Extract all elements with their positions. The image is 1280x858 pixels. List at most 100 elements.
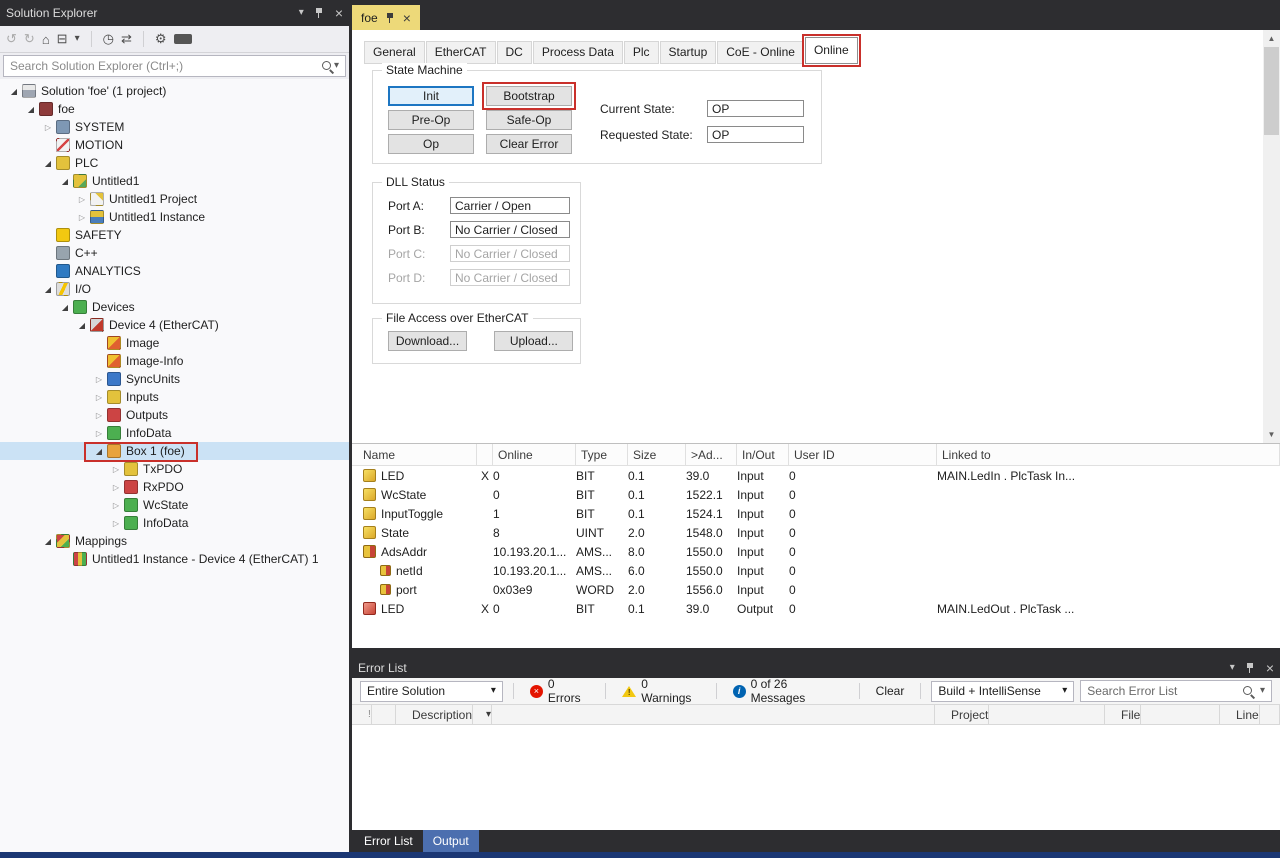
pin-icon[interactable] <box>314 7 325 19</box>
scope-filter-dropdown[interactable]: Entire Solution ▾ <box>360 681 503 702</box>
error-list-search-input[interactable]: Search Error List ▾ <box>1080 680 1272 702</box>
current-state-field[interactable]: OP <box>707 100 804 117</box>
variable-row[interactable]: WcState 0 BIT 0.1 1522.1 Input 0 <box>352 485 1280 504</box>
severity-column[interactable]: ! <box>352 705 396 724</box>
tree-item[interactable]: Untitled1 <box>0 172 349 190</box>
search-input[interactable]: Search Solution Explorer (Ctrl+;) ▾ <box>3 55 346 77</box>
tree-expander-icon[interactable] <box>40 285 56 294</box>
variable-row[interactable]: netId 10.193.20.1... AMS... 6.0 1550.0 I… <box>352 561 1280 580</box>
clear-button[interactable]: Clear <box>870 681 911 702</box>
tree-item[interactable]: Untitled1 Instance - Device 4 (EtherCAT)… <box>0 550 349 568</box>
search-options-icon[interactable]: ▾ <box>1260 686 1265 696</box>
filter-dropdown-icon[interactable]: ▾ <box>478 705 492 724</box>
close-icon[interactable]: × <box>403 11 411 25</box>
tree-expander-icon[interactable] <box>74 195 90 204</box>
tree-item[interactable]: Untitled1 Project <box>0 190 349 208</box>
tree-item[interactable]: Device 4 (EtherCAT) <box>0 316 349 334</box>
tree-expander-icon[interactable] <box>57 177 73 186</box>
tree-item[interactable]: MOTION <box>0 136 349 154</box>
tree-item[interactable]: ANALYTICS <box>0 262 349 280</box>
download-button[interactable]: Download... <box>388 331 467 351</box>
column-flag[interactable] <box>477 444 493 465</box>
sync-icon[interactable]: ⇄ <box>121 31 132 47</box>
state-machine-button[interactable]: Init <box>388 86 474 106</box>
tree-item[interactable]: SyncUnits <box>0 370 349 388</box>
tree-expander-icon[interactable] <box>40 123 56 132</box>
close-icon[interactable]: × <box>1266 661 1274 675</box>
errors-filter-button[interactable]: × 0 Errors <box>524 681 595 702</box>
search-options-icon[interactable]: ▾ <box>334 61 339 71</box>
dialog-tab[interactable]: CoE - Online <box>717 41 804 64</box>
scroll-down-icon[interactable]: ▼ <box>1263 426 1280 443</box>
variable-row[interactable]: LED X 0 BIT 0.1 39.0 Input 0 MAIN.LedIn … <box>352 466 1280 485</box>
dialog-tab[interactable]: Online <box>805 37 858 64</box>
tree-expander-icon[interactable] <box>91 375 107 384</box>
home-icon[interactable]: ⌂ <box>42 32 50 47</box>
column-inout[interactable]: In/Out <box>737 444 789 465</box>
tree-item[interactable]: SYSTEM <box>0 118 349 136</box>
tree-item[interactable]: SAFETY <box>0 226 349 244</box>
preview-toggle-icon[interactable] <box>174 34 192 44</box>
port-status-field[interactable]: Carrier / Open <box>450 197 570 214</box>
dialog-tab[interactable]: General <box>364 41 425 64</box>
state-machine-button[interactable]: Clear Error <box>486 134 572 154</box>
search-icon[interactable] <box>321 60 334 73</box>
project-column[interactable]: Project <box>935 705 1105 724</box>
build-filter-dropdown[interactable]: Build + IntelliSense ▾ <box>931 681 1074 702</box>
collapse-all-icon[interactable]: ⊟ <box>57 31 68 47</box>
tree-expander-icon[interactable] <box>91 447 107 456</box>
tree-item[interactable]: WcState <box>0 496 349 514</box>
tree-expander-icon[interactable] <box>74 321 90 330</box>
state-machine-button[interactable]: Pre-Op <box>388 110 474 130</box>
column-linked[interactable]: Linked to <box>937 444 1280 465</box>
tree-expander-icon[interactable] <box>91 411 107 420</box>
column-online[interactable]: Online <box>493 444 576 465</box>
tree-item[interactable]: Solution 'foe' (1 project) <box>0 82 349 100</box>
tree-item[interactable]: Image-Info <box>0 352 349 370</box>
vertical-scrollbar[interactable]: ▲ ▼ <box>1263 30 1280 443</box>
file-column[interactable]: File <box>1105 705 1220 724</box>
variable-row[interactable]: InputToggle 1 BIT 0.1 1524.1 Input 0 <box>352 504 1280 523</box>
document-tab-foe[interactable]: foe × <box>352 5 420 30</box>
scroll-up-icon[interactable]: ▲ <box>1263 30 1280 47</box>
tree-expander-icon[interactable] <box>108 465 124 474</box>
tree-expander-icon[interactable] <box>74 213 90 222</box>
state-machine-button[interactable]: Op <box>388 134 474 154</box>
port-status-field[interactable]: No Carrier / Closed <box>450 269 570 286</box>
tree-item[interactable]: PLC <box>0 154 349 172</box>
tree-item[interactable]: foe <box>0 100 349 118</box>
tool-window-tab[interactable]: Output <box>423 830 479 852</box>
dialog-tab[interactable]: DC <box>497 41 532 64</box>
tree-item[interactable]: Inputs <box>0 388 349 406</box>
tree-expander-icon[interactable] <box>91 393 107 402</box>
tree-item[interactable]: C++ <box>0 244 349 262</box>
warnings-filter-button[interactable]: 0 Warnings <box>616 681 705 702</box>
column-type[interactable]: Type <box>576 444 628 465</box>
window-menu-icon[interactable]: ▾ <box>1230 663 1235 673</box>
tree-expander-icon[interactable] <box>40 537 56 546</box>
port-status-field[interactable]: No Carrier / Closed <box>450 221 570 238</box>
settings-icon[interactable]: ⚙ <box>155 31 167 47</box>
tree-item[interactable]: Image <box>0 334 349 352</box>
tree-item[interactable]: TxPDO <box>0 460 349 478</box>
line-column[interactable]: Line <box>1220 705 1280 724</box>
column-addr[interactable]: >Ad... <box>686 444 737 465</box>
tree-item[interactable]: Box 1 (foe) <box>0 442 349 460</box>
variable-row[interactable]: State 8 UINT 2.0 1548.0 Input 0 <box>352 523 1280 542</box>
dialog-tab[interactable]: Startup <box>660 41 717 64</box>
forward-icon[interactable]: ↻ <box>24 31 35 47</box>
variable-row[interactable]: LED X 0 BIT 0.1 39.0 Output 0 MAIN.LedOu… <box>352 599 1280 618</box>
pending-changes-icon[interactable]: ◷ <box>103 31 114 47</box>
upload-button[interactable]: Upload... <box>494 331 573 351</box>
tree-expander-icon[interactable] <box>108 483 124 492</box>
messages-filter-button[interactable]: i 0 of 26 Messages <box>727 681 849 702</box>
scrollbar-thumb[interactable] <box>1264 47 1279 135</box>
search-icon[interactable] <box>1242 685 1255 698</box>
tree-item[interactable]: InfoData <box>0 514 349 532</box>
column-name[interactable]: Name <box>358 444 477 465</box>
tree-item[interactable]: Mappings <box>0 532 349 550</box>
variable-row[interactable]: AdsAddr 10.193.20.1... AMS... 8.0 1550.0… <box>352 542 1280 561</box>
column-userid[interactable]: User ID <box>789 444 937 465</box>
description-column[interactable]: Description▾ <box>396 705 935 724</box>
tree-expander-icon[interactable] <box>91 429 107 438</box>
